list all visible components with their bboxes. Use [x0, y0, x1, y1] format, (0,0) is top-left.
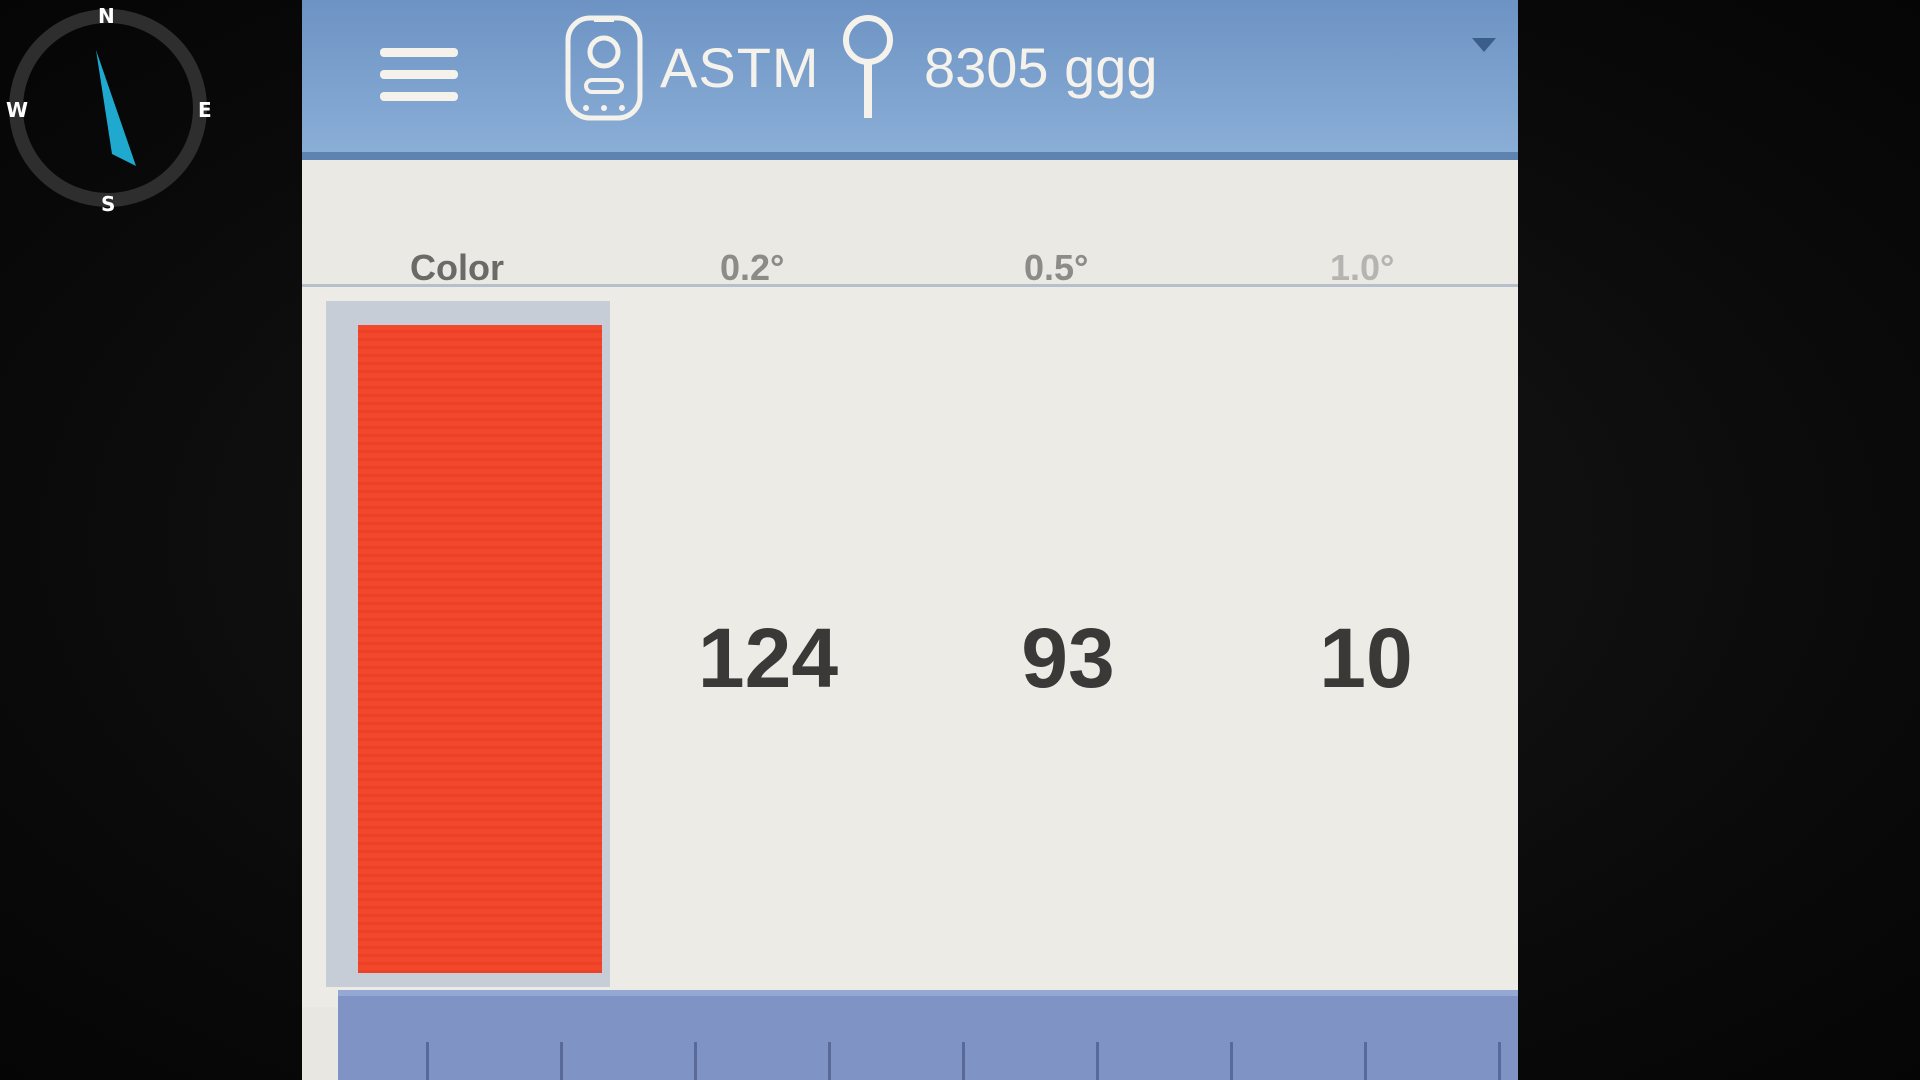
color-swatch	[358, 325, 602, 973]
bottom-bar-divider	[962, 1042, 965, 1080]
compass-west-label: W	[6, 98, 29, 122]
standard-label[interactable]: ASTM	[660, 36, 820, 100]
compass-east-label: E	[198, 98, 212, 122]
sample-name[interactable]: 8305 ggg	[924, 36, 1158, 100]
bottom-bar-divider	[426, 1042, 429, 1080]
table-header: Color 0.2° 0.5° 1.0°	[302, 160, 1518, 288]
bottom-bar	[338, 990, 1518, 1080]
color-swatch-frame	[326, 301, 610, 987]
column-header-angle-0-2: 0.2°	[720, 247, 785, 288]
device-icon	[565, 15, 643, 121]
bottom-bar-divider	[1364, 1042, 1367, 1080]
compass-widget: N S W E	[4, 4, 212, 216]
bottom-bar-divider	[1096, 1042, 1099, 1080]
top-bar: ASTM 8305 ggg	[302, 0, 1518, 160]
column-header-angle-1-0: 1.0°	[1330, 247, 1395, 288]
column-header-color: Color	[410, 247, 504, 288]
device-screen: ASTM 8305 ggg Color 0.2° 0.5° 1.0° 124 9…	[302, 0, 1518, 1080]
value-angle-0-2: 124	[697, 611, 839, 705]
hamburger-menu-icon[interactable]	[376, 44, 462, 108]
value-angle-0-5: 93	[1021, 611, 1115, 705]
bottom-bar-divider	[560, 1042, 563, 1080]
bottom-bar-divider	[828, 1042, 831, 1080]
sample-pin-icon	[843, 15, 893, 118]
bottom-bar-divider	[1230, 1042, 1233, 1080]
bottom-bar-divider	[1498, 1042, 1501, 1080]
column-header-angle-0-5: 0.5°	[1024, 247, 1089, 288]
compass-north-label: N	[98, 4, 115, 28]
compass-icon	[9, 9, 207, 207]
dropdown-arrow-icon[interactable]	[1472, 38, 1496, 52]
table-row: 124 93 10	[302, 287, 1518, 1007]
camera-frame: N S W E ASTM 8305 ggg Color 0.2° 0.5° 1.…	[0, 0, 1920, 1080]
bottom-bar-divider	[694, 1042, 697, 1080]
value-angle-1-0: 10	[1319, 611, 1413, 705]
compass-south-label: S	[101, 192, 116, 216]
